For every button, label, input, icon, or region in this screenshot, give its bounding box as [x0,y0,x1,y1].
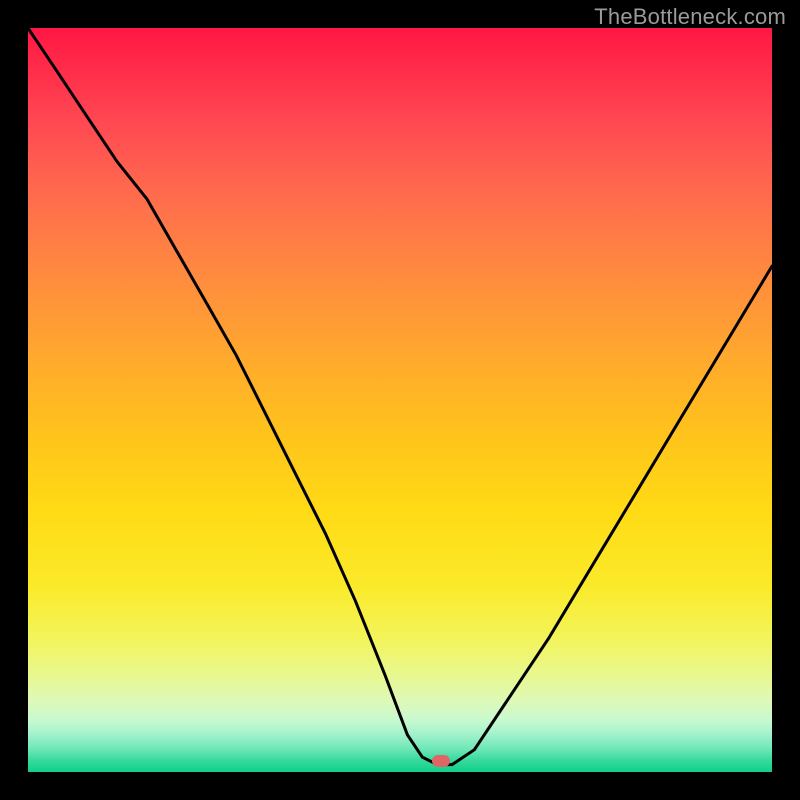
plot-area [28,28,772,772]
bottleneck-curve [28,28,772,772]
chart-frame: TheBottleneck.com [0,0,800,800]
curve-path [28,28,772,765]
watermark-text: TheBottleneck.com [594,4,786,30]
optimal-point-marker [432,755,450,767]
